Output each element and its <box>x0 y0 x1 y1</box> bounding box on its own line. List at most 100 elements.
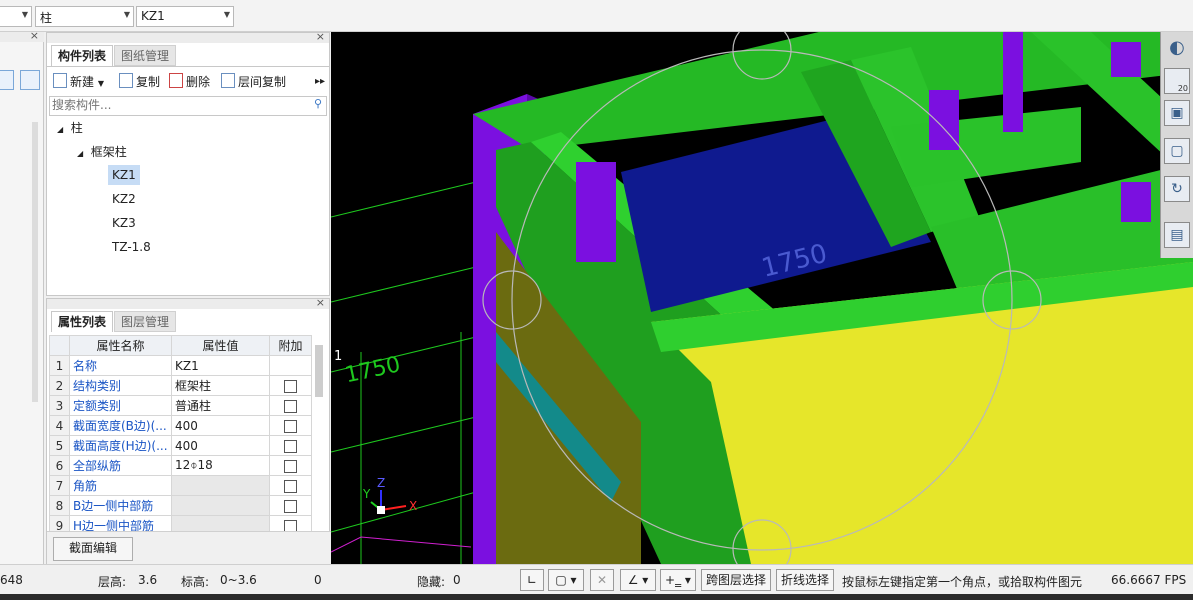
tab-layer-management[interactable]: 图层管理 <box>114 311 177 332</box>
section-edit-button[interactable]: 截面编辑 <box>53 537 133 561</box>
angle-snap-icon[interactable]: ∠ ▾ <box>620 569 656 591</box>
extra-checkbox[interactable] <box>284 379 297 393</box>
search-field[interactable]: ⚲ <box>49 96 327 116</box>
extra-cell <box>269 395 312 416</box>
row-number: 6 <box>49 455 70 476</box>
property-name: 全部纵筋 <box>69 455 172 476</box>
extra-checkbox[interactable] <box>284 419 297 433</box>
property-name: 名称 <box>69 355 172 376</box>
collapse-icon[interactable]: ◢ <box>77 149 83 158</box>
extra-checkbox[interactable] <box>284 499 297 513</box>
copy-icon <box>119 73 133 88</box>
floor-copy-button[interactable]: 层间复制 <box>221 73 286 91</box>
extra-checkbox[interactable] <box>284 479 297 493</box>
tree-item-tz[interactable]: TZ-1.8 <box>112 237 151 257</box>
offset-icon[interactable]: +‗ ▾ <box>660 569 696 591</box>
scrollbar[interactable] <box>32 122 38 402</box>
property-value[interactable] <box>171 495 270 516</box>
table-row[interactable]: 2 结构类别 框架柱 <box>49 375 312 396</box>
column-header-extra: 附加 <box>269 335 312 356</box>
polyline-select-button[interactable]: 折线选择 <box>776 569 834 591</box>
status-zero: 0 <box>314 573 322 587</box>
tab-drawing-management[interactable]: 图纸管理 <box>114 45 177 66</box>
table-row[interactable]: 3 定额类别 普通柱 <box>49 395 312 416</box>
search-icon[interactable]: ⚲ <box>314 97 322 110</box>
property-name: 定额类别 <box>69 395 172 416</box>
tree-item-kz3[interactable]: KZ3 <box>112 213 136 233</box>
extra-checkbox[interactable] <box>284 439 297 453</box>
zoom-level-button[interactable]: 20 <box>1164 68 1190 94</box>
type-combo[interactable]: 柱 ▼ <box>35 6 134 27</box>
row-number: 8 <box>49 495 70 516</box>
tree-item-kz2[interactable]: KZ2 <box>112 189 136 209</box>
chevron-down-icon: ▼ <box>97 79 104 88</box>
layer-settings-icon[interactable]: ▤ <box>1164 222 1190 248</box>
table-row[interactable]: 5 截面高度(H边)(... 400 <box>49 435 312 456</box>
dynamic-observe-icon[interactable]: ◐ <box>1164 36 1190 62</box>
floor-height-value: 3.6 <box>138 573 158 587</box>
component-combo[interactable]: KZ1 ▼ <box>136 6 234 27</box>
component-list-panel: × 构件列表 图纸管理 新建 ▼ 复制 删除 层间复制 ▸▸ ⚲ ◢ 柱 ◢ 框… <box>46 30 330 296</box>
extra-checkbox[interactable] <box>284 459 297 473</box>
status-bar: 648 层高: 3.6 标高: 0~3.6 0 隐藏: 0 ∟ ▢ ▾ ✕ ∠ … <box>0 564 1193 594</box>
tree-node-column[interactable]: ◢ 柱 <box>57 118 83 138</box>
3d-view-icon[interactable]: ▣ <box>1164 100 1190 126</box>
property-value[interactable]: 框架柱 <box>171 375 270 396</box>
ortho-icon[interactable]: ∟ <box>520 569 544 591</box>
close-icon[interactable]: × <box>316 30 325 43</box>
row-number: 2 <box>49 375 70 396</box>
hidden-value: 0 <box>453 573 461 587</box>
property-value[interactable]: KZ1 <box>171 355 270 376</box>
axis-marker: 1 <box>334 349 342 364</box>
new-button[interactable]: 新建 ▼ <box>53 73 104 91</box>
grid-view-icon[interactable] <box>20 70 40 90</box>
elevation-label: 标高: <box>181 575 210 589</box>
elevation-value: 0~3.6 <box>220 573 257 587</box>
extra-checkbox[interactable] <box>284 399 297 413</box>
3d-model[interactable]: 1750 1 1750 X Y Z <box>331 32 1193 564</box>
table-row[interactable]: 8 B边一侧中部筋 <box>49 495 312 516</box>
chevron-down-icon: ▼ <box>21 10 28 19</box>
search-input[interactable] <box>50 97 294 113</box>
snap-mode-icon[interactable]: ▢ ▾ <box>548 569 584 591</box>
rotate-icon[interactable]: ↻ <box>1164 176 1190 202</box>
cross-snap-icon[interactable]: ✕ <box>590 569 614 591</box>
left-side-panel: × <box>0 29 44 564</box>
tab-component-list[interactable]: 构件列表 <box>51 45 114 66</box>
property-name: 角筋 <box>69 475 172 496</box>
property-value[interactable]: 12⌽18 <box>171 455 270 476</box>
chevron-down-icon: ▼ <box>123 10 130 19</box>
tree-item-kz1[interactable]: KZ1 <box>108 165 140 185</box>
collapse-icon[interactable]: ◢ <box>57 125 63 134</box>
3d-viewport[interactable]: 1750 1 1750 X Y Z <box>331 32 1193 564</box>
extra-cell <box>269 435 312 456</box>
extra-cell <box>269 355 312 376</box>
property-value[interactable]: 普通柱 <box>171 395 270 416</box>
table-row[interactable]: 1 名称 KZ1 <box>49 355 312 376</box>
copy-button[interactable]: 复制 <box>119 73 160 91</box>
scrollbar-thumb[interactable] <box>315 345 323 397</box>
status-left-value: 648 <box>0 573 23 587</box>
more-icon[interactable]: ▸▸ <box>315 73 325 91</box>
close-icon[interactable]: × <box>30 29 39 42</box>
property-value[interactable] <box>171 475 270 496</box>
delete-button[interactable]: 删除 <box>169 73 210 91</box>
view-toolbar: ◐ 20 ▣ ▢ ↻ ▤ <box>1160 32 1193 258</box>
table-row[interactable]: 4 截面宽度(B边)(... 400 <box>49 415 312 436</box>
tab-property-list[interactable]: 属性列表 <box>51 311 114 332</box>
x-axis-label: X <box>409 499 417 513</box>
close-icon[interactable]: × <box>316 296 325 309</box>
cube-view-icon[interactable]: ▢ <box>1164 138 1190 164</box>
chevron-down-icon: ▼ <box>223 10 230 19</box>
floor-height-label: 层高: <box>98 575 127 589</box>
cross-floor-select-button[interactable]: 跨图层选择 <box>701 569 771 591</box>
table-row[interactable]: 7 角筋 <box>49 475 312 496</box>
property-value[interactable]: 400 <box>171 415 270 436</box>
property-name: 结构类别 <box>69 375 172 396</box>
list-view-icon[interactable] <box>0 70 14 90</box>
floor-combo[interactable]: ▼ <box>0 6 32 27</box>
table-row[interactable]: 6 全部纵筋 12⌽18 <box>49 455 312 476</box>
property-value[interactable]: 400 <box>171 435 270 456</box>
status-hint: 按鼠标左键指定第一个角点，或拾取构件图元 <box>842 575 1083 589</box>
tree-node-frame-column[interactable]: ◢ 框架柱 <box>77 142 127 162</box>
